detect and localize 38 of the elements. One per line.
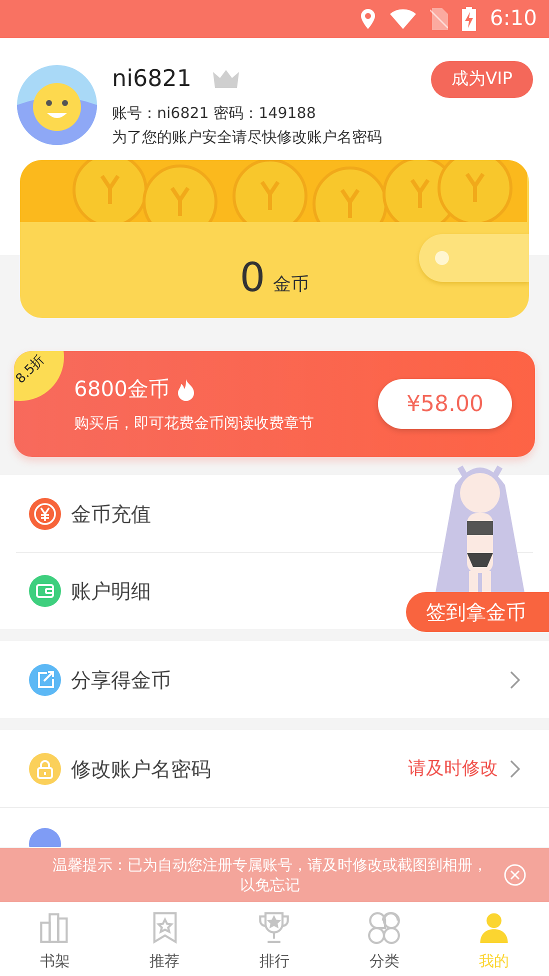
menu-label: 金币充值: [71, 500, 151, 528]
toast-message: 温馨提示：已为自动您注册专属账号，请及时修改或截图到相册，以免忘记: [52, 855, 488, 895]
security-notice: 为了您的账户安全请尽快修改账户名密码: [112, 126, 383, 148]
menu-hint: 请及时修改: [408, 757, 498, 781]
tab-label: 推荐: [150, 951, 180, 972]
tab[interactable]: 分类: [329, 902, 440, 976]
credentials-text: 账号：ni6821 密码：149188: [112, 103, 317, 124]
menu-item[interactable]: 账户明细: [16, 553, 164, 629]
clock-time: 6:10: [490, 5, 537, 32]
coin-unit: 金币: [273, 273, 310, 297]
grid-icon: [367, 910, 402, 944]
share-icon: [29, 664, 61, 696]
promo-title: 6800金币: [74, 376, 170, 403]
menu-label: 账户明细: [71, 578, 151, 605]
lock-icon: [29, 752, 61, 784]
yen-coin-icon: [29, 498, 61, 530]
tab-label: 我的: [479, 951, 510, 972]
wifi-icon: [390, 9, 416, 29]
coin-balance: 0: [240, 256, 266, 300]
tab-label: 排行: [259, 951, 290, 972]
tab-label: 分类: [369, 951, 400, 972]
close-icon[interactable]: [504, 864, 526, 886]
username: ni6821: [112, 65, 192, 94]
promo-subtitle: 购买后，即可花费金币阅读收费章节: [74, 412, 315, 434]
tab-label: 书架: [40, 951, 70, 972]
trophy-icon: [257, 910, 292, 944]
menu-label: 分享得金币: [71, 666, 172, 694]
tab[interactable]: 书架: [0, 902, 110, 976]
flame-icon: [177, 378, 196, 401]
battery-charging-icon: [462, 7, 476, 31]
tab[interactable]: 排行: [220, 902, 330, 976]
menu-item[interactable]: 金币充值: [16, 475, 164, 552]
tab[interactable]: 推荐: [110, 902, 220, 976]
location-icon: [360, 9, 376, 29]
menu-label: 修改账户名密码: [71, 756, 212, 782]
discount-badge: 8.5折: [14, 351, 64, 401]
wallet-icon: [29, 575, 61, 607]
no-sim-icon: [430, 8, 448, 30]
